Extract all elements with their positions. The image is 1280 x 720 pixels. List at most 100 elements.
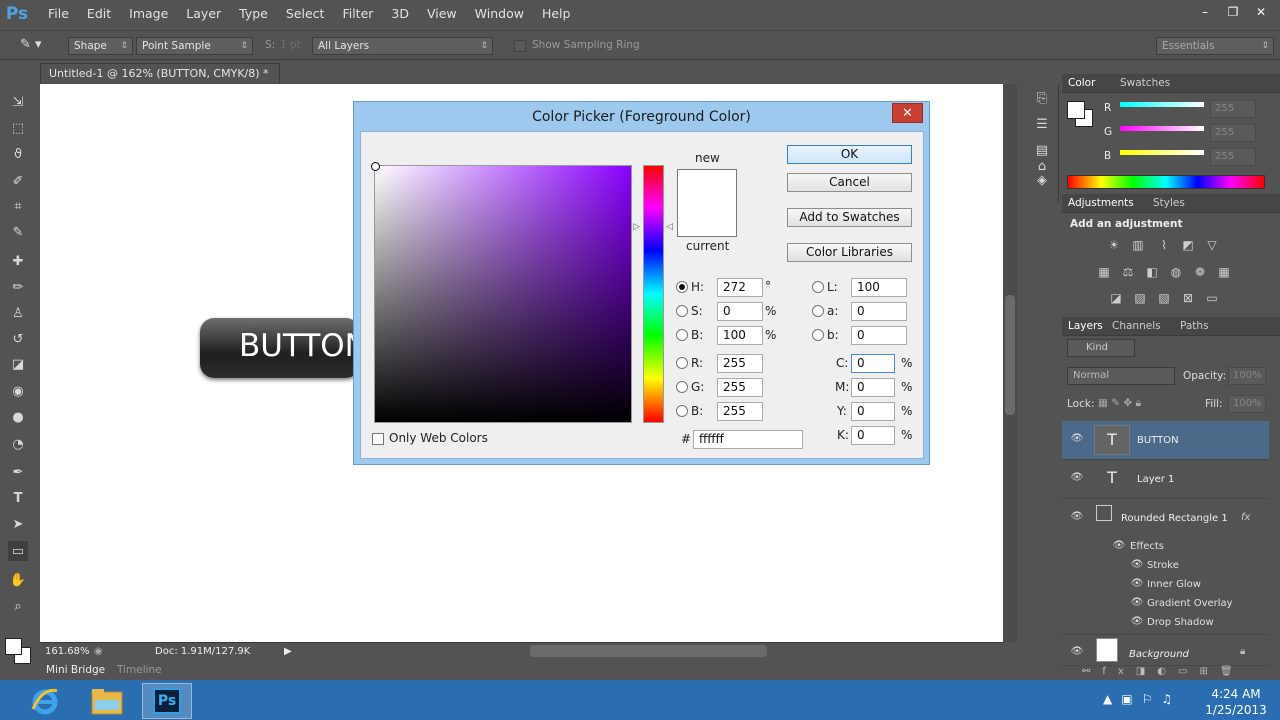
size-value[interactable]: 1 pt (280, 39, 301, 51)
invert-icon[interactable]: ◪ (1108, 291, 1124, 305)
s-radio[interactable] (676, 305, 688, 317)
color-field[interactable] (371, 162, 632, 423)
h-radio[interactable] (676, 281, 688, 293)
dodge-tool-icon[interactable]: ◔ (8, 434, 28, 454)
effect-eye-icon[interactable]: 👁︎ (1130, 579, 1144, 589)
menu-type[interactable]: Type (230, 0, 277, 28)
effect-eye-icon[interactable]: 👁︎ (1130, 617, 1144, 627)
close-button[interactable]: ✕ (1248, 3, 1274, 21)
tab-mini-bridge[interactable]: Mini Bridge (46, 664, 105, 676)
r-field[interactable]: 255 (717, 354, 763, 373)
threshold-icon[interactable]: ▧ (1156, 291, 1172, 305)
curves-icon[interactable]: ⌇ (1156, 238, 1172, 252)
workspace-select[interactable]: Essentials (1156, 37, 1274, 55)
type-tool-icon[interactable]: T (8, 488, 28, 508)
effects-eye-icon[interactable]: 👁︎ (1112, 541, 1126, 551)
fill-value[interactable]: 100% (1228, 395, 1266, 413)
effect-stroke[interactable]: Stroke (1147, 560, 1179, 571)
brush-tool-icon[interactable]: ✏ (8, 277, 28, 297)
hue-saturation-icon[interactable]: ▦ (1096, 265, 1112, 279)
exposure-icon[interactable]: ◩ (1180, 238, 1196, 252)
channel-mixer-icon[interactable]: ❁ (1192, 265, 1208, 279)
color-balance-icon[interactable]: ⚖ (1120, 265, 1136, 279)
history-panel-icon[interactable]: ⎘ (1032, 88, 1052, 108)
c-field[interactable]: 0 (851, 354, 895, 373)
l-field[interactable]: 100 (851, 278, 907, 297)
path-select-tool-icon[interactable]: ➤ (8, 514, 28, 534)
mode-select[interactable]: Shape (68, 37, 133, 55)
b-slider[interactable] (1120, 150, 1204, 155)
horizontal-scroll-thumb[interactable] (530, 645, 767, 657)
hex-field[interactable]: ffffff (693, 430, 803, 449)
system-clock[interactable]: 4:24 AM 1/25/2013 (1200, 686, 1272, 718)
status-menu-icon[interactable]: ▶ (284, 646, 292, 657)
layers-footer-icons[interactable]: ⚯fx◨◐▭⊞🗑︎ (1082, 666, 1272, 680)
layer-row-background[interactable]: 👁︎ Background 🔒︎ (1062, 634, 1269, 666)
marquee-tool-icon[interactable]: ⬚ (8, 118, 28, 138)
blend-mode-select[interactable]: Normal (1067, 367, 1175, 385)
color-spectrum-bar[interactable] (1067, 175, 1265, 189)
bucket-tool-icon[interactable]: ◉ (8, 381, 28, 401)
s-field[interactable]: 0 (717, 302, 763, 321)
visibility-eye-icon[interactable]: 👁︎ (1070, 512, 1084, 522)
layer-row-button[interactable]: 👁︎ T BUTTON (1062, 421, 1269, 460)
hue-slider-right-arrow[interactable]: ◁ (666, 222, 673, 232)
menu-edit[interactable]: Edit (78, 0, 120, 28)
color-g-value[interactable]: 255 (1210, 124, 1256, 142)
tab-styles[interactable]: Styles (1153, 197, 1185, 209)
blue-radio[interactable] (676, 405, 688, 417)
effect-eye-icon[interactable]: 👁︎ (1130, 598, 1144, 608)
k-field[interactable]: 0 (851, 426, 895, 445)
menu-select[interactable]: Select (277, 0, 334, 28)
visibility-eye-icon[interactable]: 👁︎ (1070, 647, 1084, 657)
blur-tool-icon[interactable]: ● (8, 407, 28, 427)
lab-b-radio[interactable] (812, 329, 824, 341)
lasso-tool-icon[interactable]: ϑ (8, 144, 28, 164)
layer-row-layer1[interactable]: 👁︎ T Layer 1 (1062, 460, 1269, 499)
web-colors-checkbox[interactable] (372, 433, 384, 445)
l-radio[interactable] (812, 281, 824, 293)
photo-filter-icon[interactable]: ◍ (1168, 265, 1184, 279)
menu-window[interactable]: Window (466, 0, 533, 28)
levels-icon[interactable]: ▥ (1130, 238, 1146, 252)
opacity-value[interactable]: 100% (1228, 367, 1266, 385)
3d-panel-icon[interactable]: ◈ (1032, 170, 1052, 190)
gradient-map-icon[interactable]: ▭ (1204, 291, 1220, 305)
tray-icons[interactable]: ▲▣⚐♫ (1103, 692, 1193, 710)
r-slider[interactable] (1120, 102, 1204, 107)
menu-view[interactable]: View (418, 0, 466, 28)
hue-slider[interactable] (643, 165, 664, 423)
vertical-scroll-thumb[interactable] (1005, 295, 1015, 415)
menu-image[interactable]: Image (120, 0, 177, 28)
a-radio[interactable] (812, 305, 824, 317)
fx-icon[interactable]: fx (1241, 512, 1250, 523)
stamp-tool-icon[interactable]: ♙ (8, 303, 28, 323)
file-explorer-icon[interactable] (82, 683, 132, 719)
h-field[interactable]: 272 (717, 278, 763, 297)
history-brush-icon[interactable]: ↺ (8, 329, 28, 349)
photoshop-taskbar-icon[interactable]: Ps (142, 683, 192, 719)
visibility-eye-icon[interactable]: 👁︎ (1070, 473, 1084, 483)
pen-tool-icon[interactable]: ✒ (8, 462, 28, 482)
a-field[interactable]: 0 (851, 302, 907, 321)
effect-eye-icon[interactable]: 👁︎ (1130, 560, 1144, 570)
hue-slider-left-arrow[interactable]: ▷ (633, 222, 640, 232)
menu-help[interactable]: Help (533, 0, 580, 28)
color-b-value[interactable]: 255 (1210, 148, 1256, 166)
properties-panel-icon[interactable]: ☰ (1032, 114, 1052, 134)
foreground-color-swatch[interactable] (5, 638, 22, 655)
document-tab[interactable]: Untitled-1 @ 162% (BUTTON, CMYK/8) * × (40, 63, 280, 95)
sampling-ring-checkbox[interactable] (514, 40, 526, 52)
tab-channels[interactable]: Channels (1112, 320, 1161, 332)
m-field[interactable]: 0 (851, 378, 895, 397)
blue-field[interactable]: 255 (717, 402, 763, 421)
panel-fg-swatch[interactable] (1067, 101, 1085, 119)
layer-row-rounded-rectangle[interactable]: 👁︎ Rounded Rectangle 1 fx (1062, 499, 1269, 525)
b-field[interactable]: 100 (717, 326, 763, 345)
ok-button[interactable]: OK (787, 145, 912, 164)
quick-select-tool-icon[interactable]: ✐ (8, 171, 28, 191)
effect-gradient-overlay[interactable]: Gradient Overlay (1147, 598, 1233, 609)
crop-tool-icon[interactable]: ⌗ (8, 196, 28, 216)
eyedropper-tool-icon[interactable]: ✎ (8, 222, 28, 242)
g-radio[interactable] (676, 381, 688, 393)
